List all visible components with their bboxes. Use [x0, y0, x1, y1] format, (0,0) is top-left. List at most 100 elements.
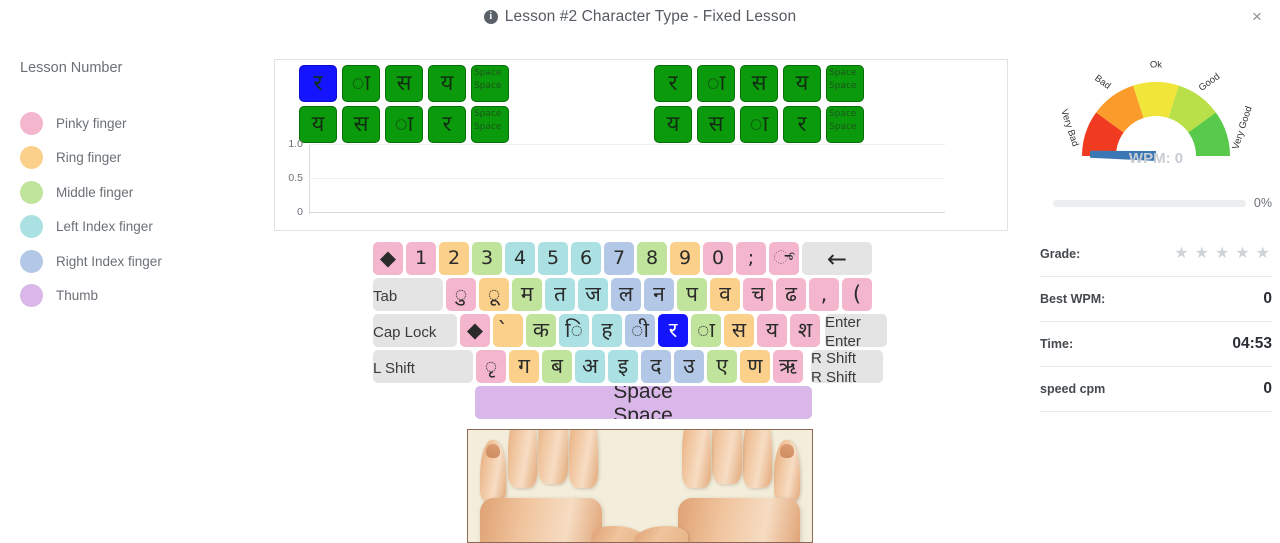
key-cap-lock[interactable]: Cap Lock — [373, 314, 457, 347]
stat-row: Time: 04:53 — [1040, 322, 1272, 367]
chart-gridline-base — [309, 212, 945, 213]
star-icon: ★ — [1194, 245, 1209, 262]
key-3[interactable]: 3 — [472, 242, 502, 275]
chart-gridline — [309, 178, 945, 179]
character-tile-row: रा स य Space Space — [654, 65, 864, 102]
key-5[interactable]: 5 — [538, 242, 568, 275]
key-space[interactable]: Space Space — [474, 386, 812, 419]
character-tile: य — [783, 65, 821, 102]
right-palm — [678, 498, 800, 542]
gauge-label-good: Good — [1197, 71, 1222, 94]
key-य[interactable]: य — [757, 314, 787, 347]
key-8[interactable]: 8 — [637, 242, 667, 275]
key-ए[interactable]: ए — [707, 350, 737, 383]
character-tile-group: रा स य Space Space य सा र Space Space — [654, 65, 864, 147]
stat-row: Best WPM: 0 — [1040, 277, 1272, 322]
key-ऋ[interactable]: ऋ — [773, 350, 803, 383]
key-2[interactable]: 2 — [439, 242, 469, 275]
finger-legend: Pinky finger Ring finger Middle finger Left… — [20, 106, 260, 313]
key-ल[interactable]: ल — [611, 278, 641, 311]
character-tile-row: य सा र Space Space — [654, 106, 864, 143]
character-tile: स — [342, 106, 380, 143]
key-್[interactable]: ್ — [769, 242, 799, 275]
legend-color-dot — [20, 215, 43, 239]
hand-position-image — [467, 429, 813, 543]
progress-bar-track — [1053, 199, 1246, 207]
chart-y-tick: 0.5 — [288, 172, 303, 184]
right-thumb — [634, 526, 688, 542]
keyboard-row: Cap Lock◆̀किहीरासयशEnterEnter — [373, 314, 913, 347]
legend-item-ring-finger: Ring finger — [20, 141, 260, 176]
key-ा[interactable]: ा — [691, 314, 721, 347]
key-च[interactable]: च — [743, 278, 773, 311]
key-enter-enter[interactable]: Enter Enter — [825, 314, 887, 347]
key-1[interactable]: 1 — [406, 242, 436, 275]
key-म[interactable]: म — [512, 278, 542, 311]
gauge-label-very-good: Very Good — [1230, 105, 1254, 151]
key-7[interactable]: 7 — [604, 242, 634, 275]
key-ढ[interactable]: ढ — [776, 278, 806, 311]
left-pinky — [480, 440, 506, 502]
legend-item-right-index-finger: Right Index finger — [20, 244, 260, 279]
star-icon: ★ — [1174, 245, 1189, 262]
key-क[interactable]: क — [526, 314, 556, 347]
wpm-value-label: WPM: 0 — [1128, 150, 1184, 167]
character-tile-space: Space Space — [471, 65, 509, 102]
key-;[interactable]: ; — [736, 242, 766, 275]
left-ring — [508, 430, 537, 488]
stat-row: Grade: ★ ★ ★ ★ ★ — [1040, 232, 1272, 277]
key-अ[interactable]: अ — [575, 350, 605, 383]
chart-y-tick: 0 — [297, 206, 303, 218]
key-◆[interactable]: ◆ — [373, 242, 403, 275]
key-tab[interactable]: Tab — [373, 278, 443, 311]
key-0[interactable]: 0 — [703, 242, 733, 275]
key-ब[interactable]: ब — [542, 350, 572, 383]
key-l-shift[interactable]: L Shift — [373, 350, 473, 383]
key-ू[interactable]: ू — [479, 278, 509, 311]
character-tile: ा — [740, 106, 778, 143]
character-tile: र — [428, 106, 466, 143]
key-←[interactable]: ← — [802, 242, 872, 275]
key-प[interactable]: प — [677, 278, 707, 311]
key-ग[interactable]: ग — [509, 350, 539, 383]
virtual-keyboard[interactable]: ◆1234567890;್←Tabुूमतजलनपवचढ,(Cap Lock◆̀… — [373, 242, 913, 419]
key-9[interactable]: 9 — [670, 242, 700, 275]
key-उ[interactable]: उ — [674, 350, 704, 383]
key-6[interactable]: 6 — [571, 242, 601, 275]
key-̀[interactable]: ̀ — [493, 314, 523, 347]
stat-value: 0 — [1263, 380, 1272, 397]
key-,[interactable]: , — [809, 278, 839, 311]
left-palm — [480, 498, 602, 542]
page-title: i Lesson #2 Character Type - Fixed Lesso… — [483, 8, 796, 26]
key-4[interactable]: 4 — [505, 242, 535, 275]
key-ज[interactable]: ज — [578, 278, 608, 311]
lesson-progress: 0% — [1040, 196, 1272, 210]
legend-color-dot — [20, 249, 43, 273]
key-([interactable]: ( — [842, 278, 872, 311]
key-ण[interactable]: ण — [740, 350, 770, 383]
key-न[interactable]: न — [644, 278, 674, 311]
legend-color-dot — [20, 180, 43, 204]
key-r-shift-r-shift[interactable]: R Shift R Shift — [811, 350, 883, 383]
key-त[interactable]: त — [545, 278, 575, 311]
key-◆[interactable]: ◆ — [460, 314, 490, 347]
info-icon: i — [483, 9, 498, 24]
key-ह[interactable]: ह — [592, 314, 622, 347]
key-ी[interactable]: ी — [625, 314, 655, 347]
key-स[interactable]: स — [724, 314, 754, 347]
character-tile: र — [783, 106, 821, 143]
sidebar: Lesson Number Pinky finger Ring finger Mid… — [20, 60, 260, 313]
key-ि[interactable]: ि — [559, 314, 589, 347]
stat-label: Best WPM: — [1040, 292, 1106, 306]
key-द[interactable]: द — [641, 350, 671, 383]
key-र[interactable]: र — [658, 314, 688, 347]
key-ु[interactable]: ु — [446, 278, 476, 311]
key-ृ[interactable]: ृ — [476, 350, 506, 383]
character-tile: ा — [385, 106, 423, 143]
close-icon[interactable]: × — [1246, 6, 1268, 28]
key-इ[interactable]: इ — [608, 350, 638, 383]
key-व[interactable]: व — [710, 278, 740, 311]
progress-percent: 0% — [1253, 196, 1272, 210]
key-श[interactable]: श — [790, 314, 820, 347]
legend-color-dot — [20, 284, 43, 308]
